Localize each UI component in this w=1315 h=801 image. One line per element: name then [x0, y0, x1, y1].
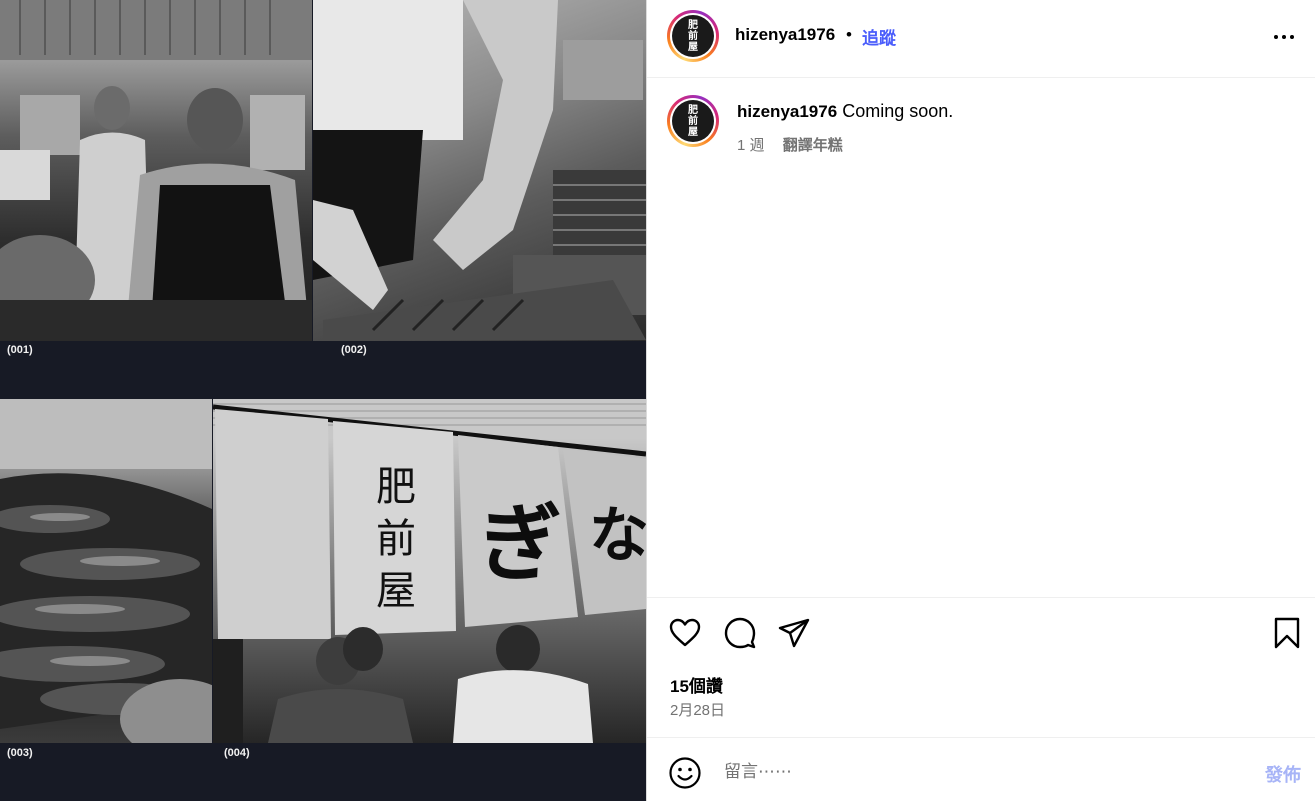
follow-button[interactable]: 追蹤 [862, 24, 896, 49]
photo-hands-grill [313, 0, 646, 341]
photo-market-workers [0, 0, 312, 341]
post-details-panel: 肥前屋 hizenya1976 • 追蹤 肥前屋 hizenya1976 Com… [646, 0, 1315, 801]
post-meta: 1 週 翻譯年糕 [737, 134, 843, 155]
emoji-icon[interactable] [668, 756, 702, 790]
more-options-icon[interactable] [1272, 25, 1296, 49]
post-comment-button[interactable]: 發佈 [1265, 761, 1301, 787]
photo-grilled-eel [0, 399, 212, 743]
photo-noren-curtains: 肥 前 屋 ぎ な [213, 399, 646, 743]
avatar-logo-text: 肥前屋 [688, 105, 698, 138]
action-bar [647, 612, 1315, 656]
avatar-logo: 肥前屋 [672, 15, 714, 57]
comment-input[interactable] [724, 757, 1204, 787]
heart-icon[interactable] [668, 616, 702, 650]
photo-caption: (004) [224, 747, 250, 759]
translate-button[interactable]: 翻譯年糕 [783, 137, 843, 154]
comment-icon[interactable] [723, 616, 757, 650]
photo-caption: (001) [7, 344, 33, 356]
separator-dot: • [846, 25, 852, 44]
divider [647, 597, 1315, 598]
bookmark-icon[interactable] [1270, 616, 1304, 650]
comment-box: 發佈 [647, 738, 1315, 801]
post-header: 肥前屋 hizenya1976 • 追蹤 [647, 0, 1315, 78]
header-username[interactable]: hizenya1976 [735, 25, 835, 45]
photo-caption: (002) [341, 344, 367, 356]
post-media[interactable]: (001) (002) (003) 肥 前 屋 ぎ な (004) [0, 0, 646, 801]
like-count[interactable]: 15個讚 [670, 672, 723, 697]
post-date[interactable]: 2月28日 [670, 699, 725, 720]
avatar-logo: 肥前屋 [672, 100, 714, 142]
post-age[interactable]: 1 週 [737, 137, 765, 154]
caption-username[interactable]: hizenya1976 [737, 102, 837, 121]
caption-text: Coming soon. [842, 101, 954, 121]
avatar[interactable]: 肥前屋 [667, 10, 719, 62]
caption-avatar[interactable]: 肥前屋 [667, 95, 719, 147]
avatar-logo-text: 肥前屋 [688, 20, 698, 53]
post-caption: hizenya1976 Coming soon. [737, 101, 953, 122]
share-icon[interactable] [777, 616, 811, 650]
photo-caption: (003) [7, 747, 33, 759]
